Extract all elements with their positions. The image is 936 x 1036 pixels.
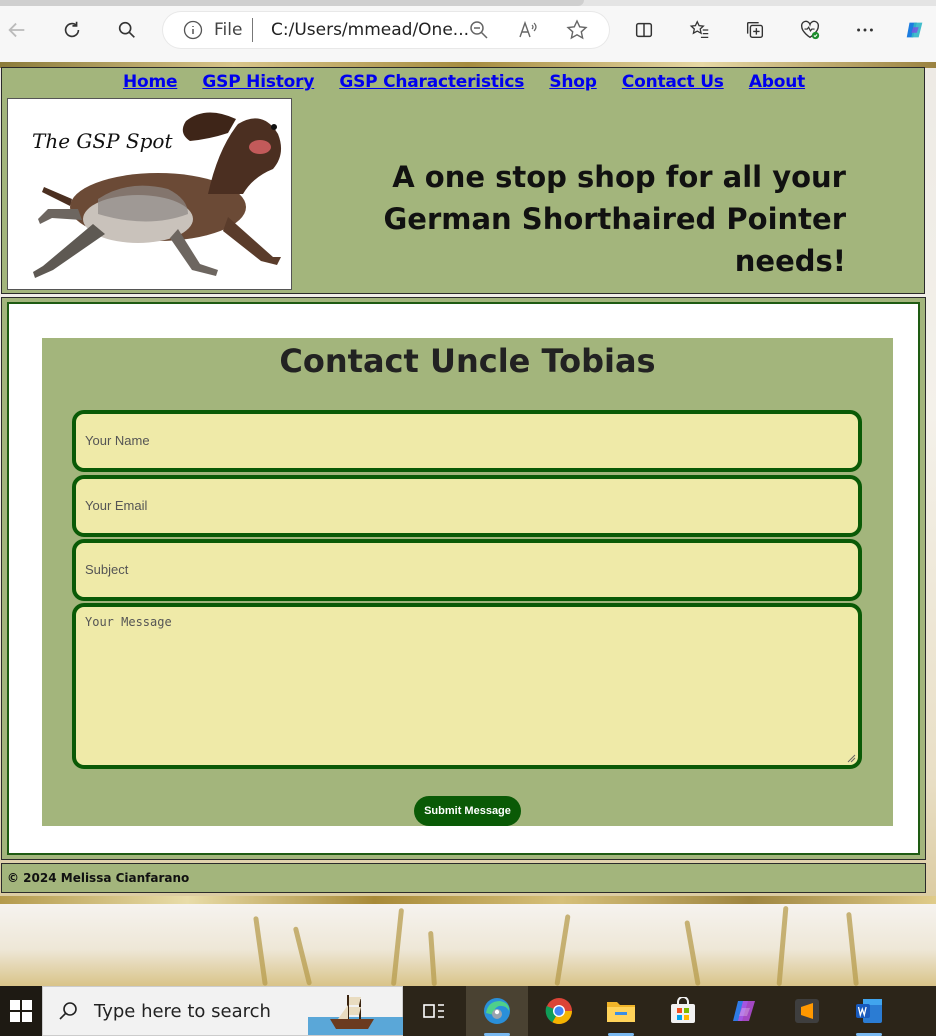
refresh-icon[interactable] <box>59 17 85 43</box>
message-textarea[interactable]: Your Message <box>72 603 862 769</box>
logo-text: The GSP Spot <box>32 129 173 153</box>
favorites-icon[interactable] <box>687 17 713 43</box>
site-nav: Home GSP History GSP Characteristics Sho… <box>2 72 926 92</box>
site-logo: The GSP Spot <box>7 98 292 290</box>
desktop-wallpaper <box>0 904 936 986</box>
message-placeholder: Your Message <box>85 615 172 629</box>
browser-essentials-icon[interactable] <box>797 17 823 43</box>
taskbar-search-box[interactable]: Type here to search <box>42 986 403 1036</box>
nav-link-contact-us[interactable]: Contact Us <box>622 72 724 92</box>
tab-strip <box>0 0 936 6</box>
site-tagline: A one stop shop for all your German Shor… <box>302 156 847 282</box>
browser-toolbar: File C:/Users/mmead/One... <box>0 0 936 63</box>
search-icon[interactable] <box>114 17 140 43</box>
zoom-out-icon[interactable] <box>468 19 490 41</box>
active-tab[interactable] <box>0 0 584 6</box>
copyright-text: © 2024 Melissa Cianfarano <box>7 871 190 885</box>
nav-link-gsp-history[interactable]: GSP History <box>202 72 314 92</box>
main-content: Contact Uncle Tobias Your Name Your Emai… <box>1 297 926 860</box>
nav-link-shop[interactable]: Shop <box>549 72 597 92</box>
edge-taskbar-icon[interactable] <box>466 986 528 1036</box>
search-highlight-ship-icon <box>308 995 403 1035</box>
favorite-star-icon[interactable] <box>566 19 588 41</box>
back-icon[interactable] <box>4 17 30 43</box>
word-taskbar-icon[interactable] <box>838 986 900 1036</box>
email-input[interactable]: Your Email <box>72 475 862 537</box>
pointer-dog-illustration <box>33 112 282 278</box>
read-aloud-icon[interactable] <box>517 19 539 41</box>
info-icon[interactable] <box>183 20 203 40</box>
subject-input[interactable]: Subject <box>72 539 862 601</box>
file-label: File <box>214 20 243 40</box>
nav-link-about[interactable]: About <box>749 72 805 92</box>
nav-link-gsp-characteristics[interactable]: GSP Characteristics <box>339 72 524 92</box>
web-page: Home GSP History GSP Characteristics Sho… <box>0 62 936 904</box>
file-explorer-taskbar-icon[interactable] <box>590 986 652 1036</box>
microsoft-store-taskbar-icon[interactable] <box>652 986 714 1036</box>
chrome-taskbar-icon[interactable] <box>528 986 590 1036</box>
taskbar-search-icon <box>59 1002 77 1020</box>
copilot-taskbar-icon[interactable] <box>714 986 776 1036</box>
collections-icon[interactable] <box>742 17 768 43</box>
copilot-icon[interactable] <box>902 17 928 43</box>
contact-form: Contact Uncle Tobias Your Name Your Emai… <box>42 338 893 826</box>
submit-message-button[interactable]: Submit Message <box>414 796 521 826</box>
windows-taskbar: Type here to search <box>0 986 936 1036</box>
content-frame: Contact Uncle Tobias Your Name Your Emai… <box>7 302 920 855</box>
tagline-line-1: A one stop shop for all your <box>392 160 846 194</box>
wallpaper-strip-bottom <box>0 896 936 904</box>
windows-start-icon[interactable] <box>0 986 42 1036</box>
task-view-icon[interactable] <box>403 986 465 1036</box>
tagline-line-2: German Shorthaired Pointer needs! <box>383 202 847 278</box>
taskbar-search-placeholder: Type here to search <box>94 1001 271 1022</box>
address-separator <box>252 18 253 42</box>
nav-link-home[interactable]: Home <box>123 72 178 92</box>
sublime-text-taskbar-icon[interactable] <box>776 986 838 1036</box>
url-text[interactable]: C:/Users/mmead/One... <box>271 20 469 40</box>
name-input[interactable]: Your Name <box>72 410 862 472</box>
more-menu-icon[interactable] <box>852 17 878 43</box>
site-footer: © 2024 Melissa Cianfarano <box>1 863 926 893</box>
site-header: Home GSP History GSP Characteristics Sho… <box>1 67 925 294</box>
split-screen-icon[interactable] <box>631 17 657 43</box>
address-bar[interactable]: File C:/Users/mmead/One... <box>163 12 609 48</box>
resize-grip-icon[interactable] <box>846 753 856 763</box>
form-title: Contact Uncle Tobias <box>279 342 656 380</box>
